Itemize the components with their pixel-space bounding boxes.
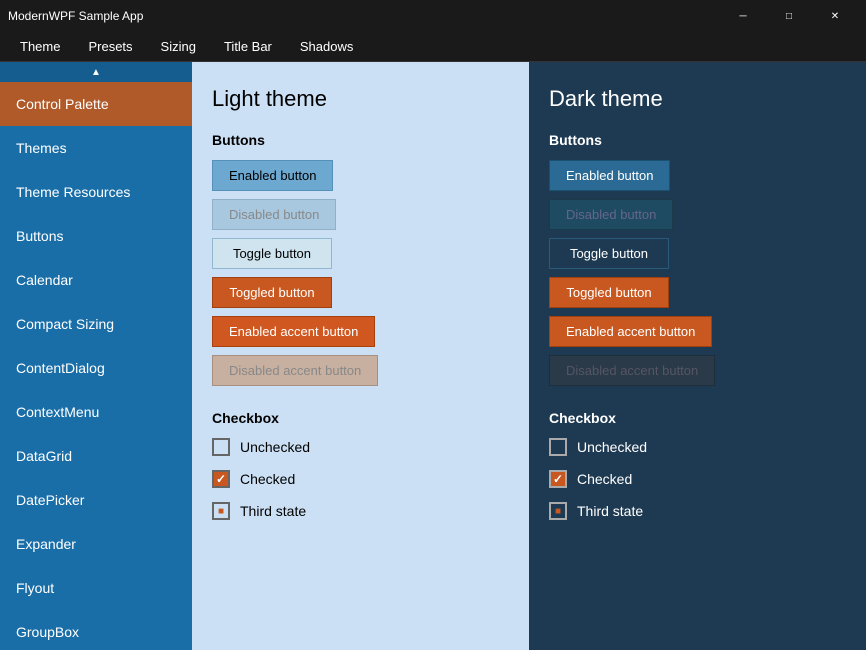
- dark-unchecked-row: Unchecked: [549, 438, 846, 456]
- title-bar-left: ModernWPF Sample App: [8, 9, 143, 23]
- dark-toggle-button-row: Toggle button: [549, 238, 846, 269]
- dark-toggle-button[interactable]: Toggle button: [549, 238, 669, 269]
- sidebar: ▲ Control Palette Themes Theme Resources…: [0, 62, 192, 650]
- dark-accent-enabled-button[interactable]: Enabled accent button: [549, 316, 712, 347]
- sidebar-item-content-dialog[interactable]: ContentDialog: [0, 346, 192, 390]
- sidebar-scroll-up[interactable]: ▲: [0, 62, 192, 82]
- light-buttons-section: Buttons Enabled button Disabled button T…: [212, 132, 509, 386]
- dark-disabled-button: Disabled button: [549, 199, 673, 230]
- dark-unchecked-label: Unchecked: [577, 439, 647, 455]
- light-theme-panel: Light theme Buttons Enabled button Disab…: [192, 62, 529, 650]
- light-accent-enabled-button-row: Enabled accent button: [212, 316, 509, 347]
- sidebar-item-compact-sizing[interactable]: Compact Sizing: [0, 302, 192, 346]
- minimize-button[interactable]: ─: [720, 0, 766, 32]
- close-button[interactable]: ✕: [812, 0, 858, 32]
- light-buttons-label: Buttons: [212, 132, 509, 148]
- sidebar-item-data-grid[interactable]: DataGrid: [0, 434, 192, 478]
- light-disabled-button: Disabled button: [212, 199, 336, 230]
- menu-presets[interactable]: Presets: [76, 35, 144, 58]
- dark-enabled-button[interactable]: Enabled button: [549, 160, 670, 191]
- light-checked-box[interactable]: [212, 470, 230, 488]
- maximize-button[interactable]: □: [766, 0, 812, 32]
- app-title: ModernWPF Sample App: [8, 9, 143, 23]
- light-toggle-button[interactable]: Toggle button: [212, 238, 332, 269]
- sidebar-item-buttons[interactable]: Buttons: [0, 214, 192, 258]
- light-unchecked-label: Unchecked: [240, 439, 310, 455]
- light-enabled-button-row: Enabled button: [212, 160, 509, 191]
- light-checkbox-label: Checkbox: [212, 410, 509, 426]
- sidebar-item-flyout[interactable]: Flyout: [0, 566, 192, 610]
- dark-accent-enabled-button-row: Enabled accent button: [549, 316, 846, 347]
- dark-toggled-button[interactable]: Toggled button: [549, 277, 669, 308]
- dark-third-state-box[interactable]: [549, 502, 567, 520]
- dark-theme-title: Dark theme: [549, 86, 846, 112]
- app-body: ▲ Control Palette Themes Theme Resources…: [0, 62, 866, 650]
- sidebar-item-date-picker[interactable]: DatePicker: [0, 478, 192, 522]
- sidebar-item-group-box[interactable]: GroupBox: [0, 610, 192, 650]
- light-toggle-button-row: Toggle button: [212, 238, 509, 269]
- light-third-state-row: Third state: [212, 502, 509, 520]
- title-bar: ModernWPF Sample App ─ □ ✕: [0, 0, 866, 32]
- dark-checked-row: Checked: [549, 470, 846, 488]
- sidebar-item-expander[interactable]: Expander: [0, 522, 192, 566]
- dark-unchecked-box[interactable]: [549, 438, 567, 456]
- light-toggled-button[interactable]: Toggled button: [212, 277, 332, 308]
- light-third-state-label: Third state: [240, 503, 306, 519]
- dark-theme-panel: Dark theme Buttons Enabled button Disabl…: [529, 62, 866, 650]
- sidebar-item-themes[interactable]: Themes: [0, 126, 192, 170]
- light-accent-disabled-button: Disabled accent button: [212, 355, 378, 386]
- dark-checkbox-label: Checkbox: [549, 410, 846, 426]
- menu-titlebar[interactable]: Title Bar: [212, 35, 284, 58]
- sidebar-item-control-palette[interactable]: Control Palette: [0, 82, 192, 126]
- light-unchecked-box[interactable]: [212, 438, 230, 456]
- menu-bar: Theme Presets Sizing Title Bar Shadows: [0, 32, 866, 62]
- light-third-state-box[interactable]: [212, 502, 230, 520]
- light-enabled-button[interactable]: Enabled button: [212, 160, 333, 191]
- light-unchecked-row: Unchecked: [212, 438, 509, 456]
- title-bar-controls: ─ □ ✕: [720, 0, 858, 32]
- dark-third-state-row: Third state: [549, 502, 846, 520]
- dark-checkbox-section: Checkbox Unchecked Checked Third state: [549, 410, 846, 520]
- content-area: Light theme Buttons Enabled button Disab…: [192, 62, 866, 650]
- dark-enabled-button-row: Enabled button: [549, 160, 846, 191]
- light-toggled-button-row: Toggled button: [212, 277, 509, 308]
- light-checked-label: Checked: [240, 471, 295, 487]
- light-theme-title: Light theme: [212, 86, 509, 112]
- light-accent-disabled-button-row: Disabled accent button: [212, 355, 509, 386]
- dark-third-state-label: Third state: [577, 503, 643, 519]
- dark-accent-disabled-button-row: Disabled accent button: [549, 355, 846, 386]
- sidebar-item-theme-resources[interactable]: Theme Resources: [0, 170, 192, 214]
- dark-disabled-button-row: Disabled button: [549, 199, 846, 230]
- sidebar-item-calendar[interactable]: Calendar: [0, 258, 192, 302]
- dark-accent-disabled-button: Disabled accent button: [549, 355, 715, 386]
- light-disabled-button-row: Disabled button: [212, 199, 509, 230]
- menu-shadows[interactable]: Shadows: [288, 35, 365, 58]
- dark-toggled-button-row: Toggled button: [549, 277, 846, 308]
- light-checkbox-section: Checkbox Unchecked Checked Third state: [212, 410, 509, 520]
- light-accent-enabled-button[interactable]: Enabled accent button: [212, 316, 375, 347]
- menu-theme[interactable]: Theme: [8, 35, 72, 58]
- light-checked-row: Checked: [212, 470, 509, 488]
- dark-buttons-section: Buttons Enabled button Disabled button T…: [549, 132, 846, 386]
- menu-sizing[interactable]: Sizing: [149, 35, 208, 58]
- dark-checked-label: Checked: [577, 471, 632, 487]
- dark-buttons-label: Buttons: [549, 132, 846, 148]
- sidebar-item-context-menu[interactable]: ContextMenu: [0, 390, 192, 434]
- dark-checked-box[interactable]: [549, 470, 567, 488]
